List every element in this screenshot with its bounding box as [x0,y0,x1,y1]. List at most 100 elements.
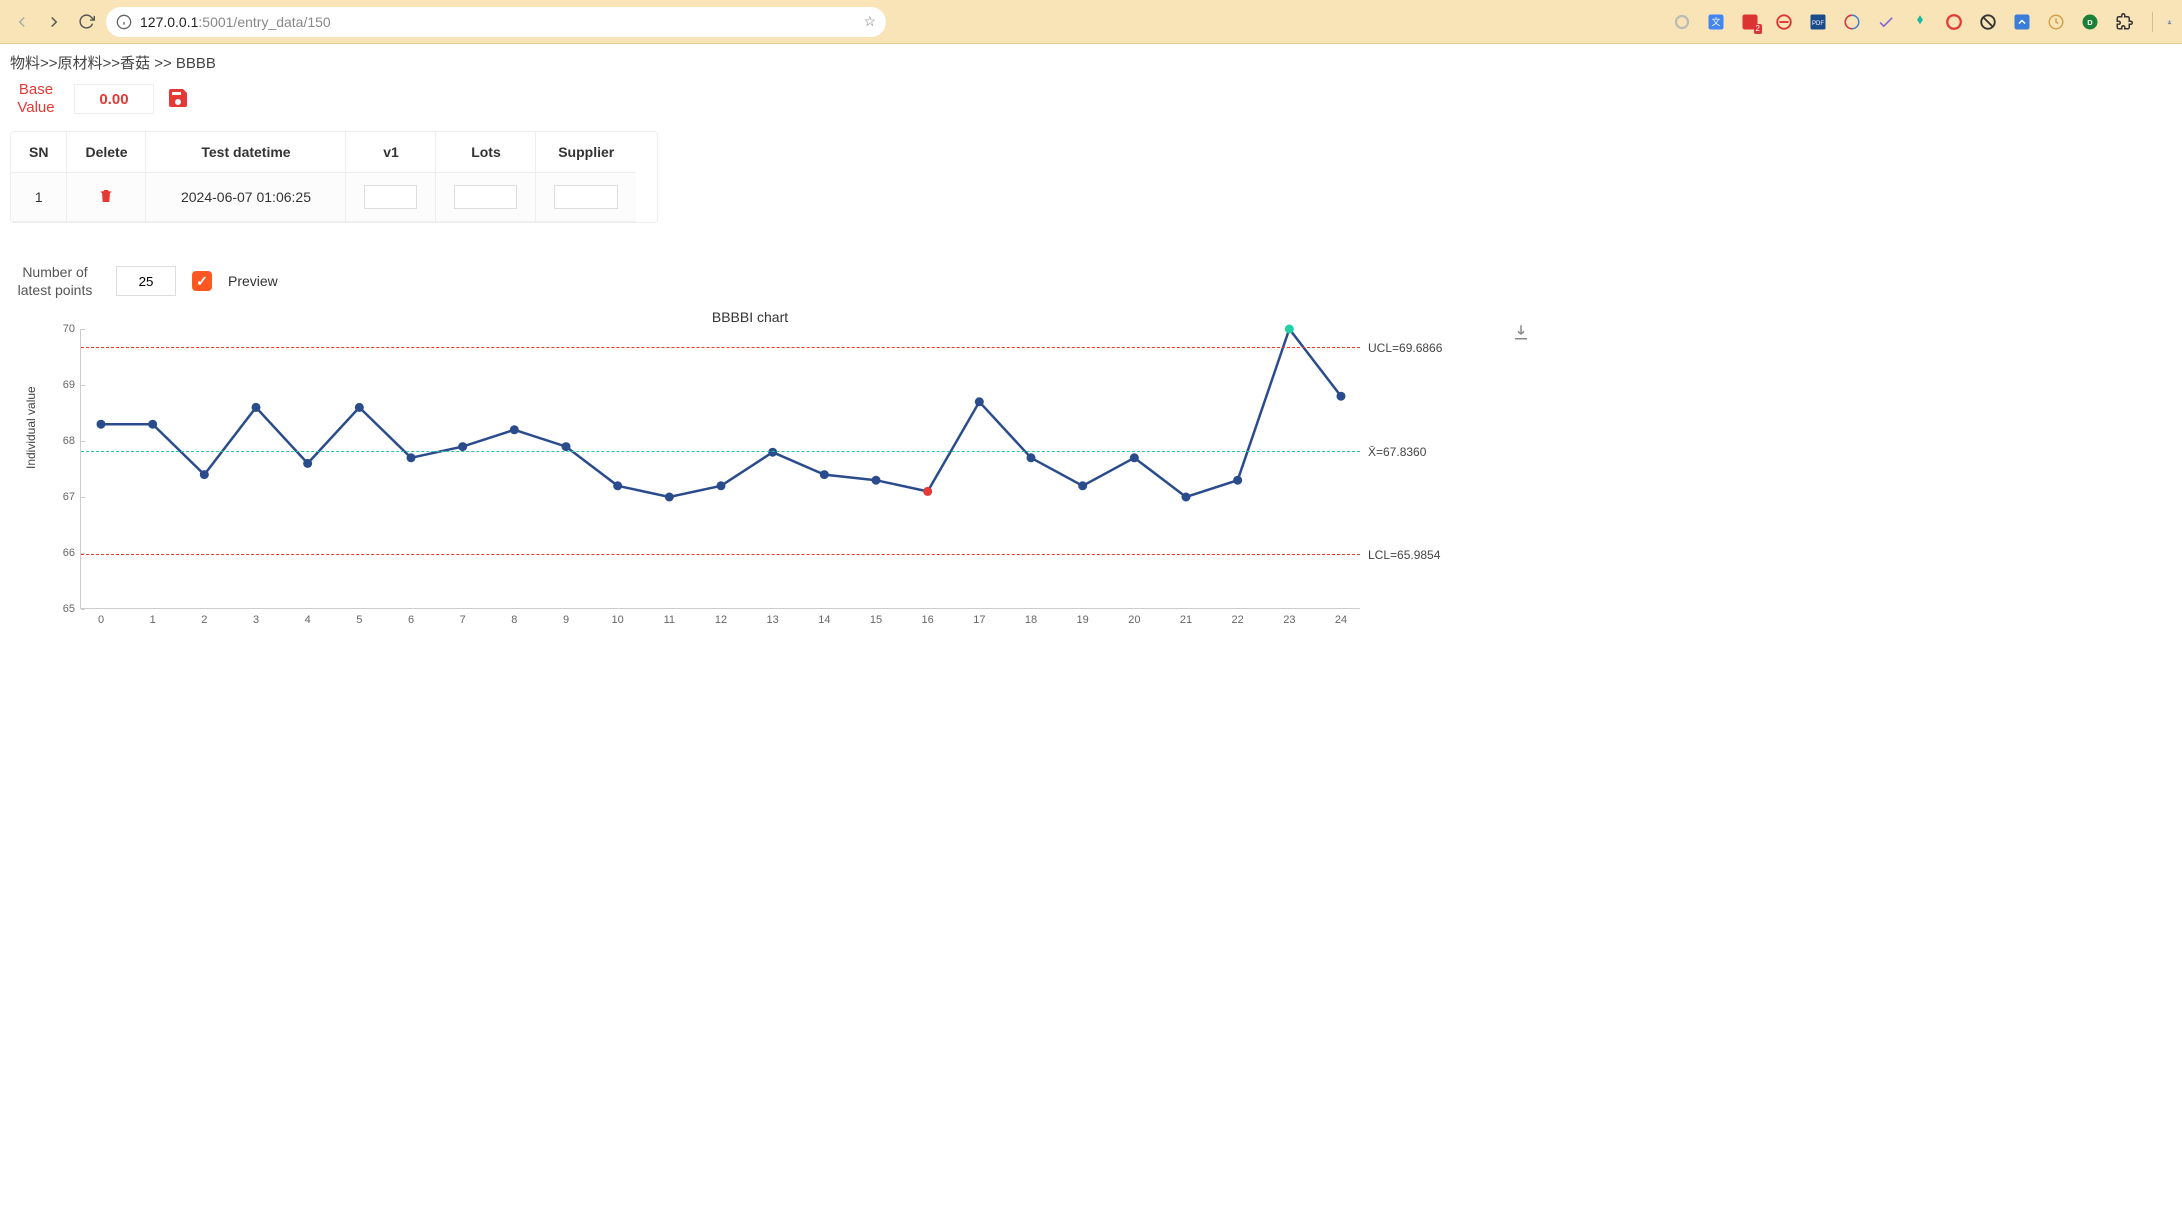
table-row: 12024-06-07 01:06:25 [11,173,636,222]
x-tick: 0 [98,608,104,626]
chart-point[interactable] [1285,325,1294,334]
ext-circle-icon[interactable] [1672,12,1692,32]
latest-points-input[interactable] [116,266,176,296]
chart-point[interactable] [923,487,932,496]
reload-button[interactable] [74,10,98,34]
ext-check-icon[interactable] [1876,12,1896,32]
supplier-input[interactable] [554,185,618,209]
chart-point[interactable] [820,470,829,479]
info-icon [116,14,132,30]
base-label-bottom: Value [10,99,62,117]
y-tick: 65 [63,603,81,615]
chart-point[interactable] [148,420,157,429]
x-tick: 10 [612,608,624,626]
save-icon[interactable] [166,86,190,113]
trash-icon[interactable] [98,191,114,207]
x-tick: 22 [1232,608,1244,626]
ext-pdf-icon[interactable]: PDF [1808,12,1828,32]
cell-lots [436,173,536,222]
chart-point[interactable] [768,448,777,457]
chart-point[interactable] [1182,493,1191,502]
latest-points-label-top: Number of [10,263,100,281]
base-value-input[interactable] [74,84,154,114]
address-bar[interactable]: 127.0.0.1:5001/entry_data/150 ☆ [106,7,886,37]
y-tick: 66 [63,547,81,559]
cell-supplier [536,173,636,222]
x-tick: 5 [356,608,362,626]
chart-point[interactable] [872,476,881,485]
cell-v1 [346,173,436,222]
x-tick: 16 [922,608,934,626]
chart-point[interactable] [510,426,519,435]
profile-avatar-icon[interactable] [2152,12,2172,32]
x-tick: 20 [1128,608,1140,626]
ext-swirl-icon[interactable] [1842,12,1862,32]
data-table-wrap: SN Delete Test datetime v1 Lots Supplier… [10,131,658,223]
svg-text:文: 文 [1711,16,1720,27]
chart-point[interactable] [613,482,622,491]
ext-block-icon[interactable] [1978,12,1998,32]
preview-label: Preview [228,273,278,289]
x-tick: 12 [715,608,727,626]
data-table: SN Delete Test datetime v1 Lots Supplier… [11,132,636,222]
hline-mean: X̄=67.8360 [81,451,1360,452]
hline-label-mean: X̄=67.8360 [1360,445,1426,459]
x-tick: 1 [150,608,156,626]
y-axis-label: Individual value [24,387,38,470]
chart-point[interactable] [665,493,674,502]
x-tick: 7 [460,608,466,626]
latest-points-label-bottom: latest points [10,281,100,299]
ext-translate-icon[interactable]: 文 [1706,12,1726,32]
chart-point[interactable] [1130,454,1139,463]
extension-icons: 文 2 PDF D [1672,12,2172,32]
chart-point[interactable] [303,459,312,468]
ext-noentry-icon[interactable] [1774,12,1794,32]
bookmark-star-icon[interactable]: ☆ [863,13,876,30]
col-lots: Lots [436,132,536,173]
chart-point[interactable] [1337,392,1346,401]
x-tick: 21 [1180,608,1192,626]
chart-point[interactable] [355,403,364,412]
cell-delete [67,173,146,222]
ext-id-icon[interactable]: D [2080,12,2100,32]
chart-title: BBBBI chart [80,309,1420,325]
chart-point[interactable] [252,403,261,412]
chart-point[interactable] [97,420,106,429]
ext-lens-icon[interactable] [1910,12,1930,32]
y-tick: 69 [63,379,81,391]
chart-point[interactable] [200,470,209,479]
ext-clock-icon[interactable] [2046,12,2066,32]
x-tick: 2 [201,608,207,626]
url-path: :5001/entry_data/150 [198,14,330,30]
ext-red-icon[interactable]: 2 [1740,12,1760,32]
hline-label-lcl: LCL=65.9854 [1360,548,1440,562]
chart-plot-area[interactable]: 6566676869700123456789101112131415161718… [80,329,1360,609]
cell-datetime: 2024-06-07 01:06:25 [146,173,346,222]
x-tick: 3 [253,608,259,626]
back-button[interactable] [10,10,34,34]
chart-series [81,329,1360,608]
ext-arrows-icon[interactable] [2012,12,2032,32]
base-value-row: Base Value [10,81,2172,117]
download-icon[interactable] [1512,323,1530,344]
x-tick: 17 [973,608,985,626]
chart-point[interactable] [1078,482,1087,491]
x-tick: 8 [511,608,517,626]
chart-point[interactable] [717,482,726,491]
col-sn: SN [11,132,67,173]
ext-hex-icon[interactable] [1944,12,1964,32]
lots-input[interactable] [454,185,517,209]
url-host: 127.0.0.1 [140,14,198,30]
x-tick: 9 [563,608,569,626]
chart-point[interactable] [407,454,416,463]
forward-button[interactable] [42,10,66,34]
x-tick: 6 [408,608,414,626]
chart-point[interactable] [975,398,984,407]
breadcrumb: 物料>>原材料>>香菇 >> BBBB [10,52,2172,73]
v1-input[interactable] [364,185,417,209]
chart-point[interactable] [1027,454,1036,463]
chart-point[interactable] [1233,476,1242,485]
extensions-puzzle-icon[interactable] [2114,12,2134,32]
y-tick: 67 [63,491,81,503]
preview-checkbox[interactable]: ✓ [192,271,212,291]
